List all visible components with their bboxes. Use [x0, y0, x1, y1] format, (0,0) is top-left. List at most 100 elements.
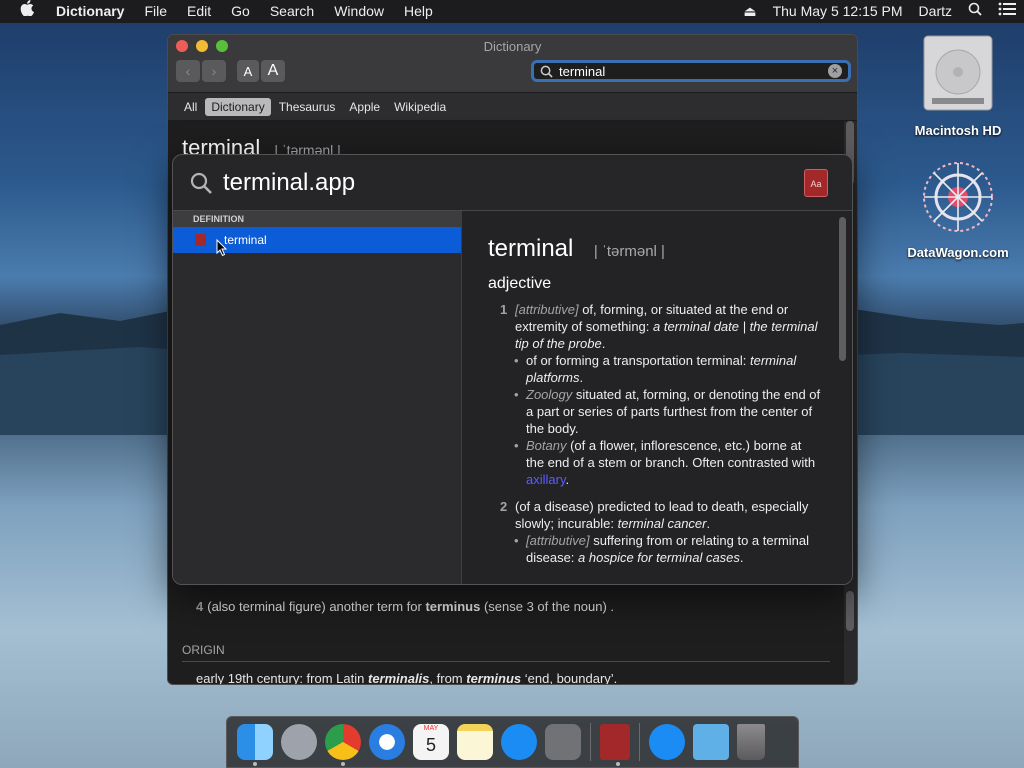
datawagon-icon[interactable]: DataWagon.com [898, 152, 1018, 260]
preview-headword: terminal [488, 235, 574, 262]
dictionary-dock-icon[interactable] [600, 724, 630, 766]
origin-label: ORIGIN [182, 643, 225, 657]
dictionary-search-field[interactable]: terminal × [531, 60, 851, 82]
clock[interactable]: Thu May 5 12:15 PM [765, 0, 911, 23]
menu-file[interactable]: File [134, 0, 177, 23]
bullet-icon: • [514, 387, 519, 402]
spotlight-search-icon [190, 172, 212, 194]
menu-app-name[interactable]: Dictionary [46, 0, 134, 23]
notes-icon[interactable] [457, 724, 493, 760]
subsense-2: • Zoology situated at, forming, or denot… [488, 386, 822, 437]
calendar-icon[interactable]: MAY 5 [413, 724, 449, 760]
app-store-download-icon[interactable] [649, 724, 685, 760]
hard-drive-icon [923, 35, 993, 111]
dock-separator [590, 723, 591, 761]
chevron-left-icon: ‹ [185, 63, 191, 79]
spotlight-header: terminal.app Aa [173, 155, 852, 211]
downloads-folder-icon[interactable] [693, 724, 729, 760]
def-number: 1 [500, 302, 508, 317]
preview-pronunciation: | ˈtərmənl | [593, 243, 665, 260]
spotlight-results: DEFINITION terminal [173, 211, 462, 584]
axillary-link[interactable]: axillary [526, 472, 566, 487]
bullet-icon: • [514, 353, 519, 368]
subsense-4: • [attributive] suffering from or relati… [488, 532, 822, 566]
tab-all[interactable]: All [178, 98, 203, 116]
menu-window[interactable]: Window [324, 0, 394, 23]
dictionary-icon: Aa [804, 169, 828, 197]
sub-end: . [579, 370, 584, 385]
apple-menu-icon[interactable] [0, 0, 46, 23]
notification-center-icon[interactable] [990, 0, 1024, 23]
dock-separator [639, 723, 640, 761]
menu-edit[interactable]: Edit [177, 0, 221, 23]
results-section-header: DEFINITION [173, 211, 461, 227]
sub-label: Zoology [526, 387, 573, 402]
sub-end: . [565, 472, 570, 487]
trash-icon[interactable] [737, 724, 765, 760]
sub-label: Botany [526, 438, 567, 453]
forward-button[interactable]: › [202, 60, 226, 82]
finder-icon[interactable] [237, 724, 273, 766]
running-indicator [341, 762, 345, 766]
back-button[interactable]: ‹ [176, 60, 200, 82]
def4-text: (also terminal figure) another term for [207, 599, 426, 614]
launchpad-icon[interactable] [281, 724, 317, 760]
sub-end: . [739, 550, 744, 565]
subsense-3: • Botany (of a flower, inflorescence, et… [488, 437, 822, 488]
preview-scrollbar[interactable] [839, 217, 846, 361]
bullet-icon: • [514, 438, 519, 453]
def-example: terminal cancer [617, 516, 707, 531]
subsense-1: • of or forming a transportation termina… [488, 352, 822, 386]
globe-network-icon [923, 162, 993, 232]
chrome-icon[interactable] [325, 724, 361, 766]
running-indicator [616, 762, 620, 766]
tab-apple[interactable]: Apple [343, 98, 386, 116]
sub-example: a hospice for terminal cases [578, 550, 740, 565]
tab-thesaurus[interactable]: Thesaurus [273, 98, 342, 116]
user-name[interactable]: Dartz [911, 0, 960, 23]
clear-search-icon[interactable]: × [828, 64, 842, 78]
window-titlebar: Dictionary ‹ › A A terminal × [168, 35, 857, 93]
macintosh-hd-icon[interactable]: Macintosh HD [898, 32, 1018, 138]
definition-2: 2 (of a disease) predicted to lead to de… [488, 498, 822, 532]
source-tabs: All Dictionary Thesaurus Apple Wikipedia [168, 93, 857, 121]
search-value: terminal [559, 63, 606, 79]
macintosh-hd-label: Macintosh HD [914, 123, 1002, 138]
tab-dictionary[interactable]: Dictionary [205, 97, 271, 116]
system-preferences-icon[interactable] [545, 724, 581, 760]
def-end: . [601, 336, 606, 351]
def4-rest: (sense 3 of the noun) . [480, 599, 615, 614]
origin-part: , from [429, 671, 467, 685]
search-icon [540, 65, 553, 78]
def-label: [attributive] [515, 302, 579, 317]
menu-search[interactable]: Search [260, 0, 324, 23]
running-indicator [253, 762, 257, 766]
def4-number: 4 [196, 599, 204, 614]
dictionary-small-icon [195, 234, 206, 246]
spotlight-icon[interactable] [960, 0, 990, 23]
definition-4: 4 (also terminal figure) another term for… [196, 599, 614, 614]
origin-latin: terminalis [367, 671, 430, 685]
spotlight-query-input[interactable]: terminal.app [223, 169, 355, 197]
origin-text: early 19th century: from Latin terminali… [196, 671, 618, 685]
dock: MAY 5 [226, 716, 799, 768]
calendar-day: 5 [425, 735, 436, 755]
tab-wikipedia[interactable]: Wikipedia [388, 98, 452, 116]
app-store-icon[interactable] [501, 724, 537, 760]
origin-part: ‘end, boundary’. [521, 671, 618, 685]
divider [182, 661, 830, 662]
font-smaller-button[interactable]: A [237, 60, 259, 82]
chevron-right-icon: › [211, 63, 217, 79]
menu-go[interactable]: Go [221, 0, 260, 23]
safari-icon[interactable] [369, 724, 405, 760]
datawagon-label: DataWagon.com [907, 245, 1009, 260]
font-larger-button[interactable]: A [261, 60, 285, 82]
menu-help[interactable]: Help [394, 0, 443, 23]
window-title: Dictionary [483, 39, 542, 54]
def4-link[interactable]: terminus [425, 599, 480, 614]
scrollbar-thumb-lower[interactable] [846, 591, 854, 631]
origin-part: early 19th century: from Latin [196, 671, 368, 685]
eject-icon[interactable]: ⏏ [735, 0, 764, 23]
sub-text: (of a flower, inflorescence, etc.) borne… [526, 438, 816, 470]
menu-bar: Dictionary File Edit Go Search Window He… [0, 0, 1024, 23]
